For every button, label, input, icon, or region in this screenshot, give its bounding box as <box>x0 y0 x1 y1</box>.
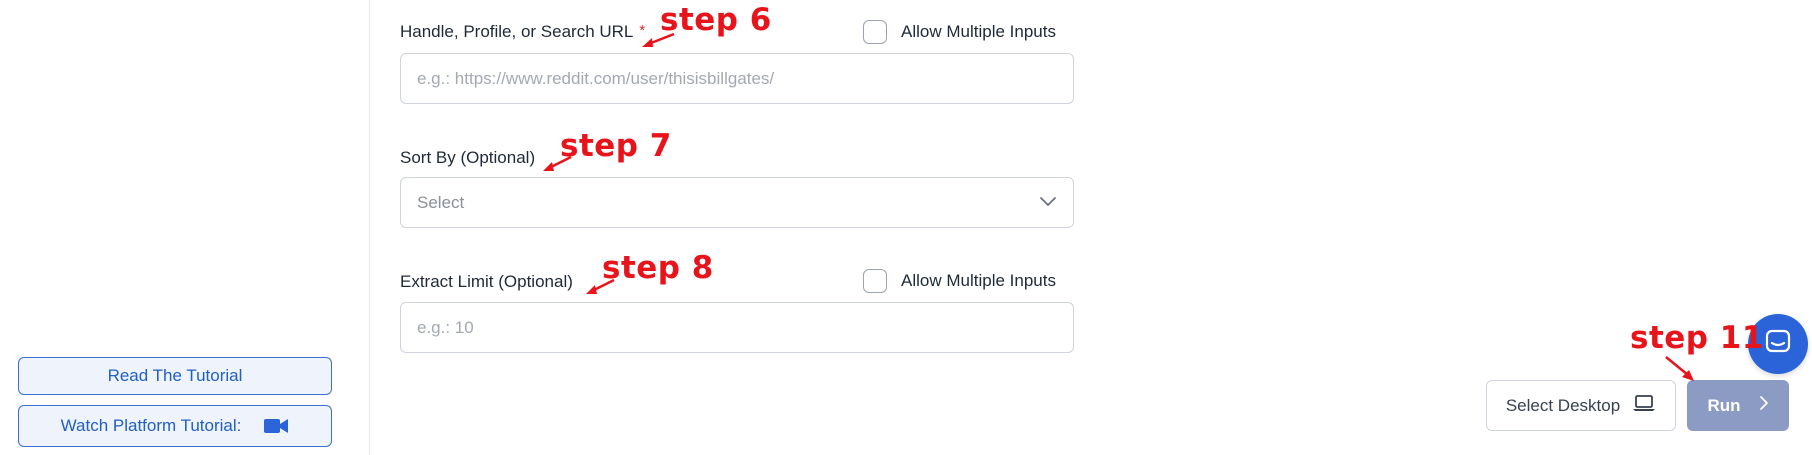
sidebar: Read The Tutorial Watch Platform Tutoria… <box>0 0 370 455</box>
read-tutorial-button[interactable]: Read The Tutorial <box>18 357 332 395</box>
sort-by-selected-value: Select <box>417 192 465 212</box>
step-6-arrow <box>642 32 675 47</box>
extract-limit-input[interactable] <box>400 302 1074 353</box>
watch-tutorial-label: Watch Platform Tutorial: <box>60 416 242 435</box>
video-camera-icon <box>263 417 289 435</box>
read-tutorial-label: Read The Tutorial <box>107 366 243 385</box>
chevron-right-icon <box>1759 395 1769 416</box>
select-desktop-label: Select Desktop <box>1505 395 1621 415</box>
run-button[interactable]: Run <box>1687 380 1789 431</box>
run-label: Run <box>1707 395 1741 415</box>
extract-limit-label: Extract Limit (Optional) <box>400 272 573 291</box>
watch-platform-tutorial-button[interactable]: Watch Platform Tutorial: <box>18 405 332 447</box>
step-6-annotation: step 6 <box>660 2 772 38</box>
chevron-down-icon <box>1039 194 1057 212</box>
url-allow-multiple-toggle[interactable]: Allow Multiple Inputs <box>863 20 1056 44</box>
url-allow-multiple-label: Allow Multiple Inputs <box>901 22 1056 41</box>
chat-icon <box>1763 327 1793 362</box>
step-8-annotation: step 8 <box>602 250 714 286</box>
laptop-icon <box>1632 393 1656 418</box>
url-allow-multiple-checkbox[interactable] <box>863 20 887 44</box>
step-11-annotation: step 11 <box>1630 320 1764 356</box>
sort-by-label: Sort By (Optional) <box>400 148 536 167</box>
select-desktop-button[interactable]: Select Desktop <box>1486 380 1676 431</box>
step-7-annotation: step 7 <box>560 128 672 164</box>
step-7-arrow <box>543 155 572 171</box>
url-input[interactable] <box>400 53 1074 104</box>
limit-allow-multiple-toggle[interactable]: Allow Multiple Inputs <box>863 269 1056 293</box>
step-11-arrow <box>1665 356 1694 381</box>
limit-allow-multiple-checkbox[interactable] <box>863 269 887 293</box>
url-field-label: Handle, Profile, or Search URL * <box>400 22 646 41</box>
step-8-arrow <box>586 278 615 294</box>
sort-by-select[interactable]: Select <box>400 177 1074 228</box>
limit-allow-multiple-label: Allow Multiple Inputs <box>901 271 1056 290</box>
